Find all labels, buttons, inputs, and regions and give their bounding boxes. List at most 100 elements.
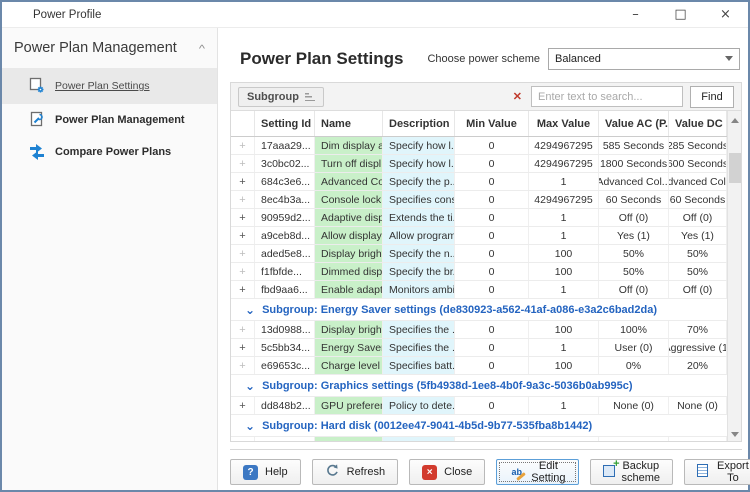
expand-button[interactable]: + — [231, 209, 255, 226]
table-row[interactable]: +0b2d69d...AHCI Link P...Configures the.… — [231, 437, 727, 442]
export-to-button[interactable]: Export To — [684, 459, 750, 485]
cell-min-value: 0 — [455, 155, 529, 172]
cell-max-value: 1 — [529, 339, 599, 356]
footer-divider — [230, 449, 742, 450]
power-scheme-value: Balanced — [555, 53, 601, 65]
expand-button[interactable]: + — [231, 339, 255, 356]
cell-setting-id: fbd9aa6... — [255, 281, 315, 298]
cell-description: Specify how l... — [383, 137, 455, 154]
maximize-button[interactable]: □ — [658, 2, 703, 27]
button-label: Refresh — [347, 466, 386, 478]
group-by-chip-subgroup[interactable]: Subgroup — [238, 87, 324, 107]
table-header-row: Setting IdNameDescriptionMin ValueMax Va… — [231, 111, 727, 137]
table-row[interactable]: +dd848b2...GPU preferen...Policy to dete… — [231, 397, 727, 415]
subgroup-header-row[interactable]: ⌄Subgroup: Energy Saver settings (de8309… — [231, 299, 727, 321]
scroll-thumb[interactable] — [729, 153, 741, 183]
scroll-down-icon[interactable] — [728, 427, 742, 441]
cell-setting-id: aded5e8... — [255, 245, 315, 262]
cell-name: Allow display r... — [315, 227, 383, 244]
search-input[interactable] — [531, 86, 683, 107]
power-scheme-select[interactable]: Balanced — [548, 48, 740, 70]
table-row[interactable]: +a9ceb8d...Allow display r...Allow progr… — [231, 227, 727, 245]
vertical-scrollbar[interactable] — [727, 111, 741, 442]
collapse-chevron-icon[interactable]: ^ — [199, 42, 205, 53]
table-row[interactable]: +8ec4b3a...Console lock d...Specifies co… — [231, 191, 727, 209]
expand-button[interactable]: + — [231, 245, 255, 262]
table-row[interactable]: +e69653c...Charge levelSpecifies batt...… — [231, 357, 727, 375]
table-row[interactable]: +aded5e8...Display bright...Specify the … — [231, 245, 727, 263]
clear-search-icon[interactable]: ✕ — [504, 90, 531, 103]
column-header[interactable]: Setting Id — [255, 111, 315, 136]
cell-setting-id: 0b2d69d... — [255, 437, 315, 442]
column-header[interactable]: Description — [383, 111, 455, 136]
cell-min-value: 0 — [455, 227, 529, 244]
chevron-down-icon: ⌄ — [245, 380, 255, 392]
cell-value-dc: Off (0) — [669, 209, 727, 226]
backup-scheme-icon: + — [603, 465, 615, 480]
refresh-button[interactable]: Refresh — [312, 459, 399, 485]
table-row[interactable]: +13d0988...Display bright...Specifies th… — [231, 321, 727, 339]
sidebar-item-label: Power Plan Management — [55, 114, 185, 126]
help-button[interactable]: ?Help — [230, 459, 301, 485]
subgroup-header-row[interactable]: ⌄Subgroup: Graphics settings (5fb4938d-1… — [231, 375, 727, 397]
cell-value-ac: Off (0) — [599, 281, 669, 298]
cell-setting-id: 8ec4b3a... — [255, 191, 315, 208]
table-row[interactable]: +684c3e6...Advanced Col...Specify the p.… — [231, 173, 727, 191]
cell-description: Allow program... — [383, 227, 455, 244]
backup-scheme-button[interactable]: + Backup scheme — [590, 459, 674, 485]
sidebar-item[interactable]: Power Plan Management — [2, 104, 217, 136]
minimize-button[interactable]: – — [613, 2, 658, 27]
table-row[interactable]: +fbd9aa6...Enable adapti...Monitors ambi… — [231, 281, 727, 299]
column-header[interactable]: Name — [315, 111, 383, 136]
close-button[interactable]: ×Close — [409, 459, 485, 485]
find-button[interactable]: Find — [690, 86, 734, 108]
cell-setting-id: a9ceb8d... — [255, 227, 315, 244]
close-button[interactable]: × — [703, 2, 748, 27]
expand-column-header[interactable] — [231, 111, 255, 136]
table-row[interactable]: +90959d2...Adaptive displ...Extends the … — [231, 209, 727, 227]
expand-button[interactable]: + — [231, 191, 255, 208]
cell-setting-id: 17aaa29... — [255, 137, 315, 154]
sidebar-group-header[interactable]: Power Plan Management ^ — [2, 38, 217, 68]
cell-description: Configures the... — [383, 437, 455, 442]
cell-max-value: 1 — [529, 437, 599, 442]
column-header[interactable]: Min Value — [455, 111, 529, 136]
table-row[interactable]: +17aaa29...Dim display af...Specify how … — [231, 137, 727, 155]
expand-button[interactable]: + — [231, 437, 255, 442]
table-row[interactable]: +f1fbfde...Dimmed displa...Specify the b… — [231, 263, 727, 281]
subgroup-label: Subgroup: Energy Saver settings (de83092… — [262, 304, 657, 316]
edit-setting-button[interactable]: abEdit Setting — [496, 459, 578, 485]
table-row[interactable]: +5c5bb34...Energy Saver ...Specifies the… — [231, 339, 727, 357]
scroll-up-icon[interactable] — [728, 113, 742, 127]
column-header[interactable]: Value AC (P... — [599, 111, 669, 136]
sidebar-item[interactable]: Compare Power Plans — [2, 136, 217, 168]
button-label: Backup scheme — [622, 460, 661, 484]
cell-description: Extends the ti... — [383, 209, 455, 226]
power-scheme-label: Choose power scheme — [427, 53, 540, 65]
sidebar-item[interactable]: Power Plan Settings — [2, 68, 217, 104]
button-label: Edit Setting — [531, 460, 565, 484]
cell-setting-id: 13d0988... — [255, 321, 315, 338]
cell-max-value: 100 — [529, 321, 599, 338]
cell-name: Advanced Col... — [315, 173, 383, 190]
expand-button[interactable]: + — [231, 137, 255, 154]
cell-value-dc: Yes (1) — [669, 227, 727, 244]
column-header[interactable]: Value DC (O... — [669, 111, 727, 136]
cell-max-value: 1 — [529, 397, 599, 414]
expand-button[interactable]: + — [231, 227, 255, 244]
column-header[interactable]: Max Value — [529, 111, 599, 136]
cell-max-value: 1 — [529, 173, 599, 190]
expand-button[interactable]: + — [231, 397, 255, 414]
subgroup-header-row[interactable]: ⌄Subgroup: Hard disk (0012ee47-9041-4b5d… — [231, 415, 727, 437]
cell-value-dc: 20% — [669, 357, 727, 374]
chevron-down-icon: ⌄ — [245, 420, 255, 432]
expand-button[interactable]: + — [231, 357, 255, 374]
expand-button[interactable]: + — [231, 263, 255, 280]
expand-button[interactable]: + — [231, 155, 255, 172]
expand-button[interactable]: + — [231, 281, 255, 298]
expand-button[interactable]: + — [231, 173, 255, 190]
expand-button[interactable]: + — [231, 321, 255, 338]
cell-value-ac: None (0) — [599, 397, 669, 414]
cell-value-ac: Yes (1) — [599, 227, 669, 244]
table-row[interactable]: +3c0bc02...Turn off displ...Specify how … — [231, 155, 727, 173]
